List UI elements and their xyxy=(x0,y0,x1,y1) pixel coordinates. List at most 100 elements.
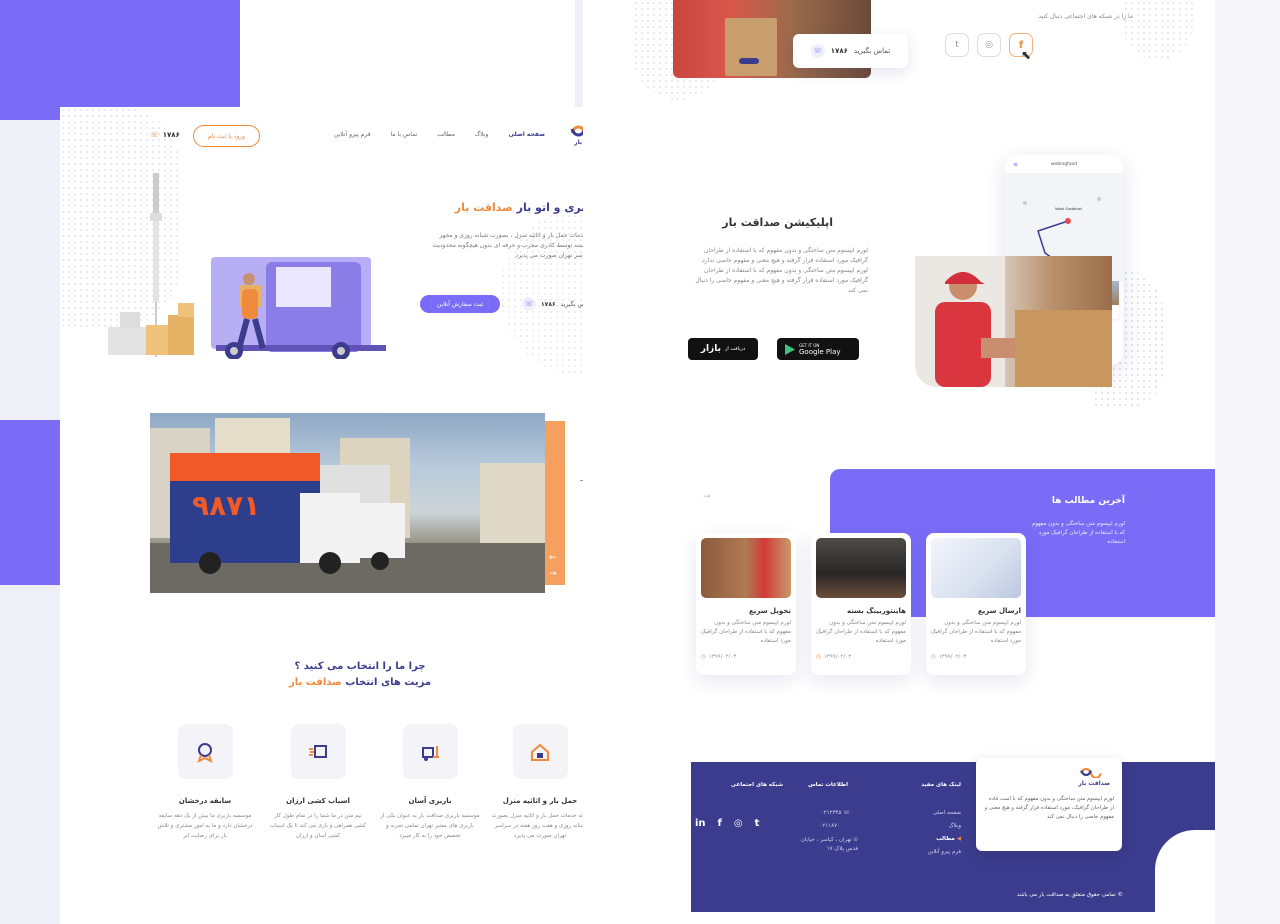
hero-title-brand: صداقت بار xyxy=(454,201,513,214)
truck-number: ۹۸۷۱ xyxy=(192,489,260,522)
login-button[interactable]: ورود یا ثبت نام xyxy=(193,125,260,147)
hero-illustration xyxy=(106,167,386,359)
blog-card-2-text: لورم ایپسوم متن ساختگی و بدون مفهوم که ب… xyxy=(816,620,906,644)
footer-link-home[interactable]: صفحه اصلی xyxy=(895,810,961,816)
bazaar-button[interactable]: دریافت از بازار xyxy=(688,338,758,360)
nav-tracking[interactable]: فرم پیرو آنلاین xyxy=(334,131,371,143)
footer-phone-icon: ☏ xyxy=(841,810,850,816)
nav-home[interactable]: صفحه اصلی xyxy=(508,131,545,143)
blog-card-1-text: لورم ایپسوم متن ساختگی و بدون مفهوم که ب… xyxy=(931,620,1021,644)
blog-title: آخرین مطالب ها xyxy=(1051,496,1125,506)
blog-arrow[interactable]: → xyxy=(703,492,711,502)
footer-logo-icon xyxy=(1080,767,1102,778)
footer-address-text: تهران ، کیاسر ، خیابان قدس پلاک ۱۷ xyxy=(800,837,858,852)
header-phone[interactable]: ☏ ۱۷۸۶ xyxy=(150,131,180,139)
blog-card-2-date: ◷ ۱۳۹۹/۰۲/۰۳ xyxy=(816,654,906,660)
google-play-icon xyxy=(785,343,795,355)
clock-icon: ◷ xyxy=(931,654,936,660)
blog-card-3[interactable]: تحویل سریع لورم ایپسوم متن ساختگی و بدون… xyxy=(696,533,796,675)
bg-purple-band-left xyxy=(0,420,60,585)
moving-truck-illustration xyxy=(108,173,386,359)
blog-card-1-date-text: ۱۳۹۹/۰۲/۰۳ xyxy=(938,654,967,660)
phone-header: ≡ webingfood xyxy=(1005,155,1123,173)
phone-map-label: Vokal Sustainat xyxy=(1055,207,1082,211)
blog-card-2[interactable]: هاینتوربینگ بسته لورم ایپسوم متن ساختگی … xyxy=(811,533,911,675)
feature-card-easy[interactable]: باربری آسان موسسه باربری صداقت بار به عن… xyxy=(380,724,480,854)
linkedin-icon[interactable]: in xyxy=(695,818,706,829)
blog-card-3-date: ◷ ۱۳۹۹/۰۲/۰۳ xyxy=(701,654,791,660)
nav-contact[interactable]: تماس با ما xyxy=(391,131,418,143)
top-social-row: t ◎ f xyxy=(945,33,1033,57)
feature-title-easy: باربری آسان xyxy=(408,797,452,805)
contact-chip-number: ۱۷۸۶ xyxy=(830,47,848,55)
feature-card-history[interactable]: سابقه درخشان موسسه باربری ما بیش از یک د… xyxy=(155,724,255,854)
blog-card-2-image xyxy=(816,538,906,598)
blog-card-1-date: ◷ ۱۳۹۹/۰۲/۰۳ xyxy=(931,654,1021,660)
footer-link-articles-label: مطالب xyxy=(936,836,955,842)
feature-title-moving: حمل بار و اثاثیه منزل xyxy=(502,797,578,805)
facebook-icon[interactable]: f xyxy=(718,818,722,829)
blog-description: لورم ایپسوم متن ساختگی و بدون مفهوم که ب… xyxy=(1032,521,1125,545)
footer-address: ⊙ تهران ، کیاسر ، خیابان قدس پلاک ۱۷ xyxy=(788,836,878,854)
phone-menu-icon: ≡ xyxy=(1013,161,1019,168)
location-icon: ⊙ xyxy=(851,837,858,843)
feature-text-easy: موسسه باربری صداقت بار به عنوان یکی از ب… xyxy=(380,813,480,839)
bazaar-label: بازار xyxy=(700,344,721,354)
blog-card-2-title: هاینتوربینگ بسته xyxy=(846,607,906,615)
nav-articles[interactable]: مطالب xyxy=(437,131,455,143)
footer-links-title: لینک های مفید xyxy=(921,782,961,788)
blog-card-3-text: لورم ایپسوم متن ساختگی و بدون مفهوم که ب… xyxy=(701,620,791,644)
feature-card-moving[interactable]: حمل بار و اثاثیه منزل ارائه خدمات حمل با… xyxy=(490,724,590,854)
bazaar-small: دریافت از xyxy=(724,346,746,352)
footer-about-card: صداقت بار لورم ایپسوم متن ساختگی و بدون … xyxy=(976,758,1122,851)
google-play-button[interactable]: GET IT ON Google Play xyxy=(777,338,859,360)
footer-links: لینک های مفید صفحه اصلی وبلاگ ◀ مطالب فر… xyxy=(895,782,961,855)
contact-chip-label: تماس بگیرید xyxy=(853,47,891,55)
footer-phone-2[interactable]: ۰۲۱۱۸۷۰ xyxy=(788,823,878,829)
instagram-icon[interactable]: ◎ xyxy=(734,818,743,829)
phone-icon: ☏ xyxy=(150,131,159,139)
slider-photo: ۹۸۷۱ xyxy=(150,418,545,593)
twitter-icon[interactable]: t xyxy=(755,818,760,829)
top-photo-box-logo xyxy=(739,58,759,64)
clock-icon: ◷ xyxy=(701,654,706,660)
footer-link-articles[interactable]: ◀ مطالب xyxy=(895,836,961,842)
bg-purple-top-left xyxy=(0,0,240,120)
award-icon xyxy=(177,724,233,779)
fast-box-icon xyxy=(290,724,346,779)
contact-chip-phone-icon: ☏ xyxy=(810,44,825,58)
phone-header-label: webingfood xyxy=(1050,161,1078,167)
house-icon xyxy=(512,724,568,779)
footer-corner xyxy=(1155,830,1215,924)
blog-card-1-title: ارسال سریع xyxy=(977,607,1021,615)
why-subtitle-main: مزیت های انتخاب xyxy=(345,677,432,688)
app-title: اپلیکیشن صداقت بار xyxy=(722,216,833,229)
footer-phone-1[interactable]: ☏ ۰۲۱۲۳۴۵ xyxy=(788,810,878,816)
footer-contact-title: اطلاعات تماس xyxy=(808,782,848,788)
blog-card-1[interactable]: ارسال سریع لورم ایپسوم متن ساختگی و بدون… xyxy=(926,533,1026,675)
footer-social-row: in f ◎ t xyxy=(695,818,783,829)
slider-arrow-up[interactable]: ← xyxy=(549,553,557,563)
footer-copyright: © تمامی حقوق متعلق به صداقت بار می باشد xyxy=(963,892,1123,898)
footer-contact: اطلاعات تماس ☏ ۰۲۱۲۳۴۵ ۰۲۱۱۸۷۰ ⊙ تهران ،… xyxy=(788,782,878,854)
order-online-button[interactable]: ثبت سفارش آنلاین xyxy=(420,295,500,313)
copyright-icon: © xyxy=(1117,892,1124,898)
top-photo-box xyxy=(725,18,777,76)
feature-text-cheap: تیم متن در ما شما را در تمام طول کار کشی… xyxy=(269,813,367,839)
social-caption: ما را در شبکه های اجتماعی دنبال کنید xyxy=(1038,13,1133,20)
hero-call[interactable]: تماس بگیرید ۱۷۸۶ ☏ xyxy=(522,297,592,311)
header-phone-number: ۱۷۸۶ xyxy=(162,131,180,139)
mouse-cursor-icon: ⬉ xyxy=(1021,48,1032,62)
twitter-icon[interactable]: t xyxy=(945,33,969,57)
hero-call-number: ۱۷۸۶ xyxy=(541,300,556,308)
app-description: لورم ایپسوم متن ساختگی و بدون مفهوم که ب… xyxy=(695,247,868,294)
footer-link-tracking[interactable]: فرم پیرو آنلاین xyxy=(895,849,961,855)
instagram-icon[interactable]: ◎ xyxy=(977,33,1001,57)
feature-text-history: موسسه باربری ما بیش از یک دهه سابقه درخش… xyxy=(157,813,253,839)
footer-link-blog[interactable]: وبلاگ xyxy=(895,823,961,829)
courier-photo-illustration xyxy=(915,256,1112,387)
slider-arrow-down[interactable]: → xyxy=(549,569,557,579)
feature-card-cheap[interactable]: اسباب کشی ارزان تیم متن در ما شما را در … xyxy=(268,724,368,854)
contact-chip[interactable]: تماس بگیرید ۱۷۸۶ ☏ xyxy=(793,34,908,68)
nav-blog[interactable]: وبلاگ xyxy=(475,131,489,143)
